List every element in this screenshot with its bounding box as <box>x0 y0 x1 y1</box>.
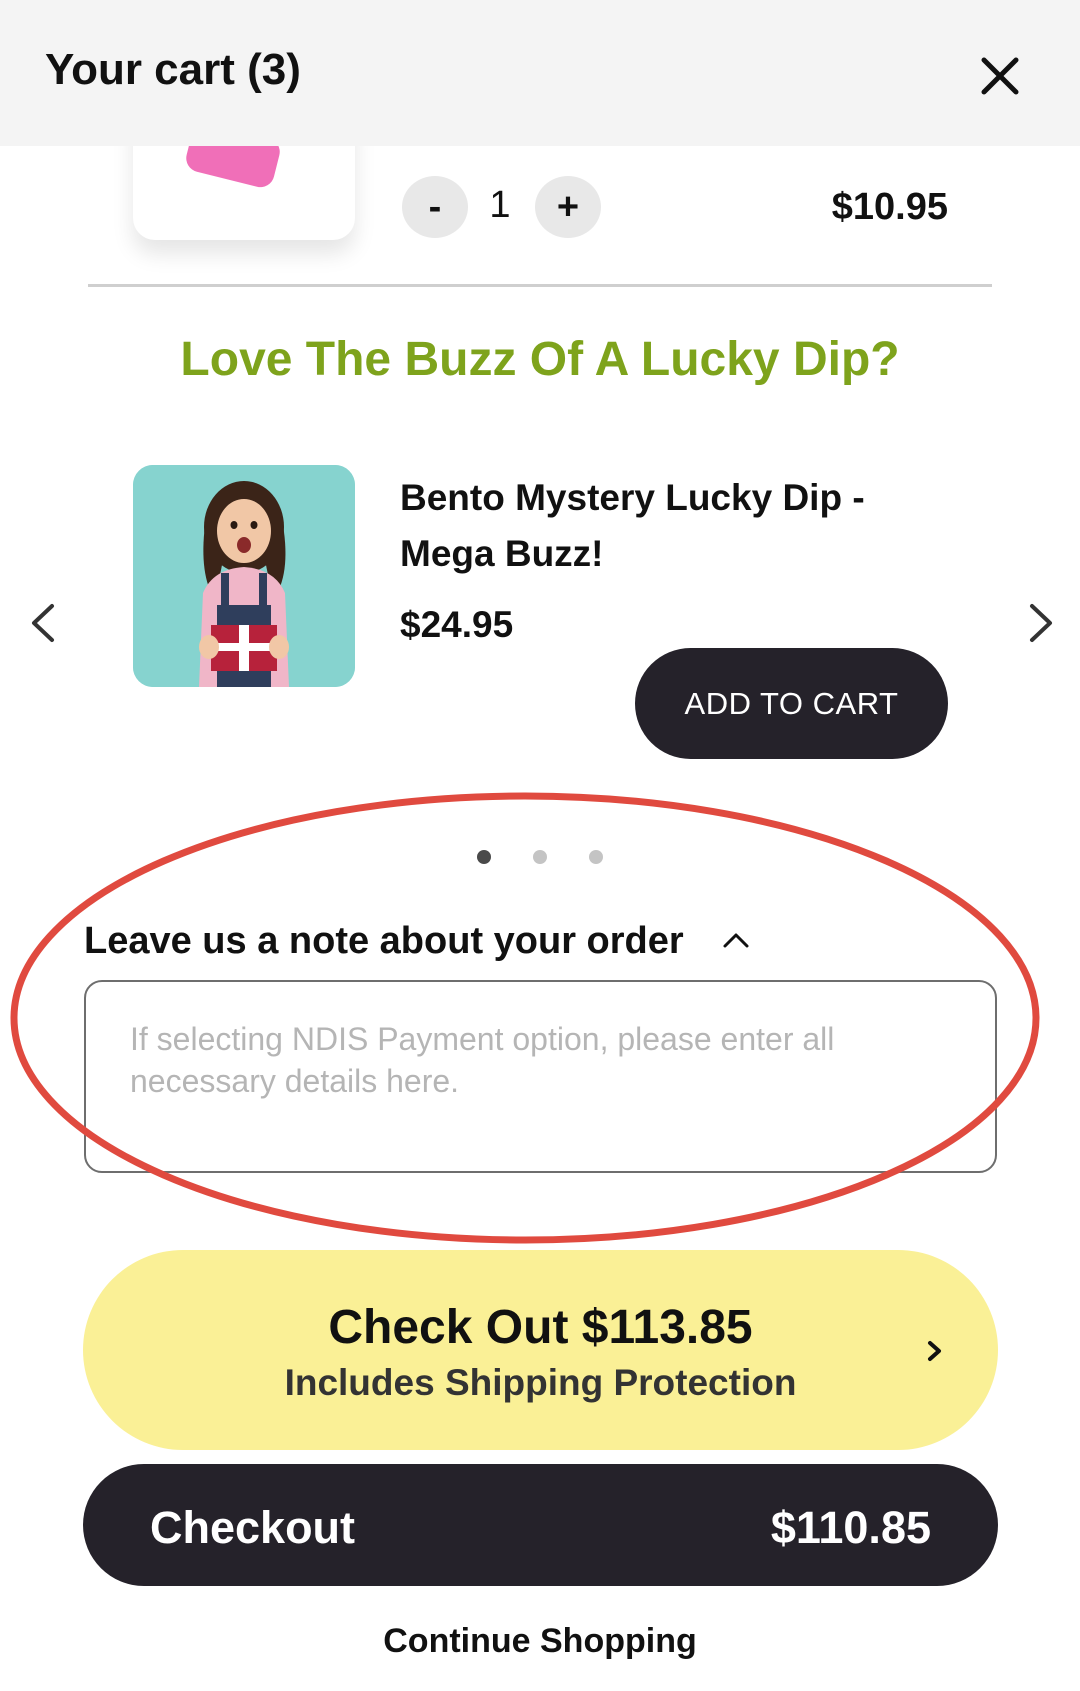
quantity-decrease-button[interactable]: - <box>402 176 468 238</box>
product-name[interactable]: Bento Mystery Lucky Dip - Mega Buzz! <box>400 470 920 582</box>
add-to-cart-button[interactable]: ADD TO CART <box>635 648 948 759</box>
carousel-dot[interactable] <box>589 850 603 864</box>
order-note-toggle[interactable]: Leave us a note about your order <box>84 920 684 963</box>
divider <box>88 284 992 287</box>
quantity-increase-button[interactable]: + <box>535 176 601 238</box>
order-note-textarea[interactable] <box>84 980 997 1173</box>
checkout-label: Checkout <box>150 1502 356 1553</box>
chevron-right-icon[interactable] <box>1014 598 1064 648</box>
carousel-dot[interactable] <box>533 850 547 864</box>
cart-header: Your cart (3) <box>0 0 1080 146</box>
checkout-amount: $110.85 <box>770 1502 931 1553</box>
checkout-with-protection-title: Check Out $113.85 <box>328 1301 753 1354</box>
chevron-right-icon <box>925 1336 945 1366</box>
cart-drawer: Your cart (3) - 1 + $10.95 Love The Buzz… <box>0 0 1080 1691</box>
quantity-value: 1 <box>489 184 511 226</box>
upsell-title: Love The Buzz Of A Lucky Dip? <box>180 333 900 386</box>
carousel-pagination <box>0 850 1080 866</box>
chevron-left-icon[interactable] <box>20 598 70 648</box>
carousel-dot[interactable] <box>477 850 491 864</box>
chevron-up-icon[interactable] <box>720 928 752 952</box>
product-price: $24.95 <box>400 604 514 645</box>
cart-item-price: $10.95 <box>831 186 948 228</box>
product-image[interactable] <box>133 465 355 687</box>
shipping-protection-note: Includes Shipping Protection <box>284 1362 797 1403</box>
checkout-with-protection-button[interactable]: Check Out $113.85 Includes Shipping Prot… <box>83 1250 998 1450</box>
continue-shopping-link[interactable]: Continue Shopping <box>0 1622 1080 1661</box>
close-icon[interactable] <box>976 52 1024 100</box>
cart-title: Your cart (3) <box>45 45 301 94</box>
checkout-button[interactable]: Checkout $110.85 <box>83 1464 998 1586</box>
